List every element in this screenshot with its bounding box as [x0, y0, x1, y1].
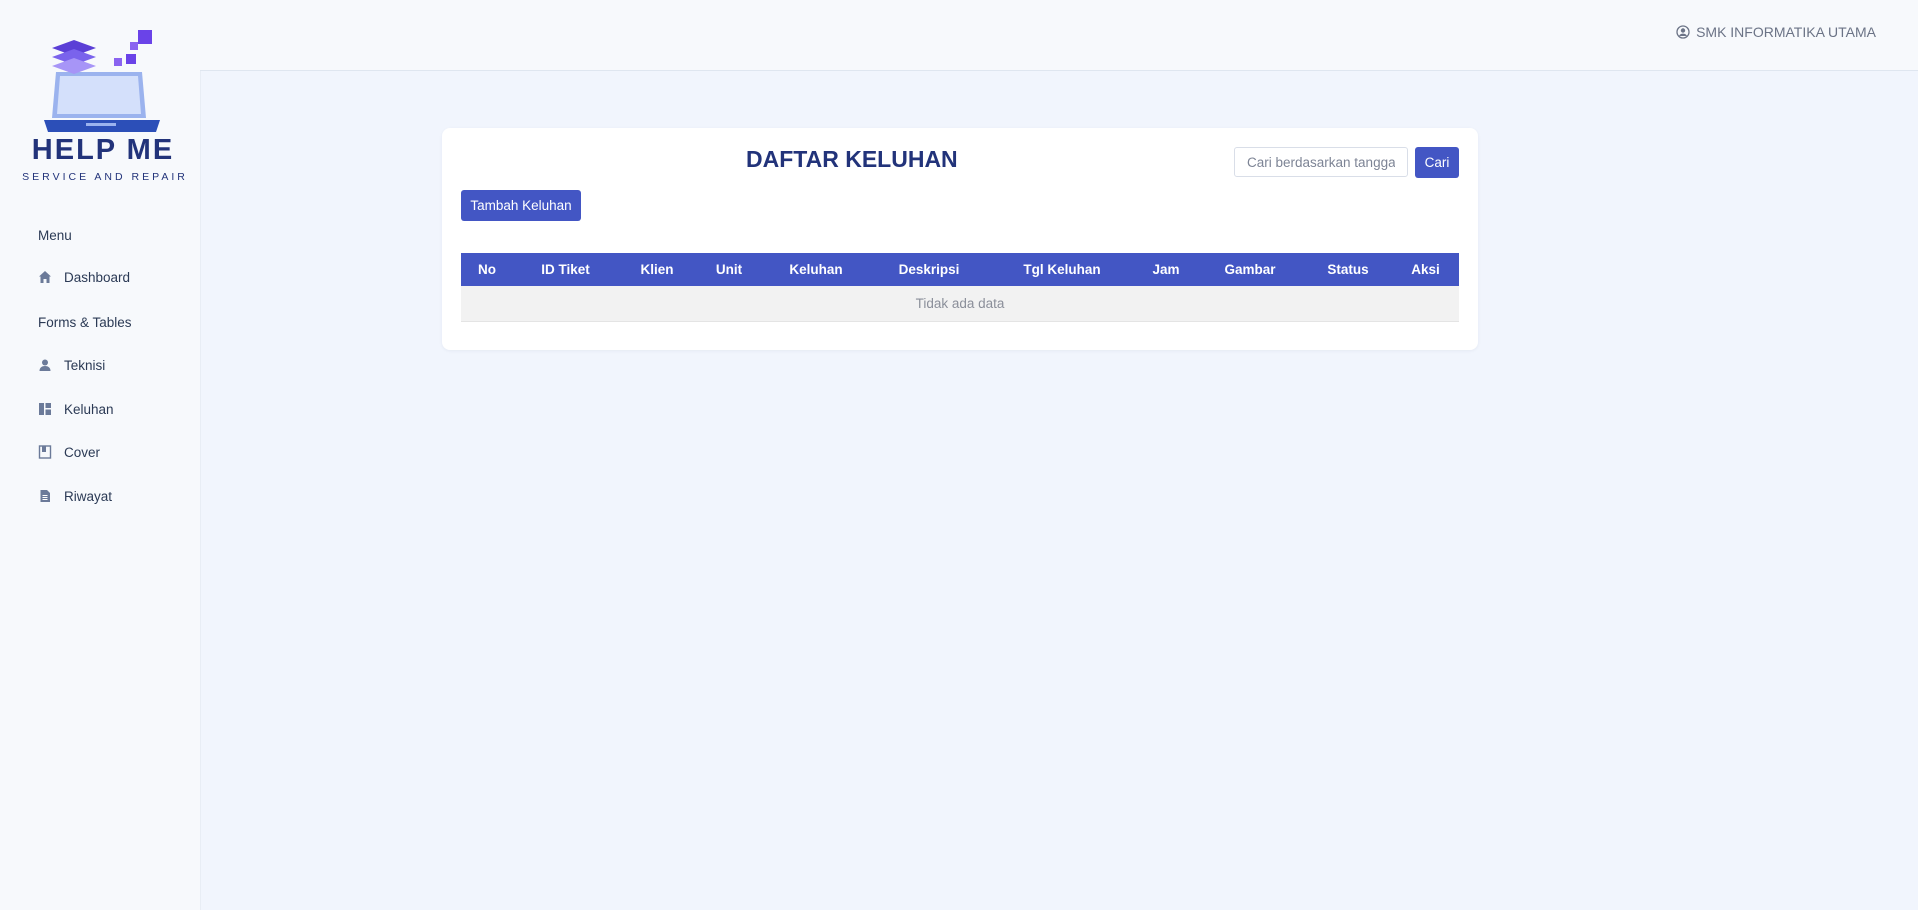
sidebar-section-forms-tables: Forms & Tables	[38, 315, 132, 330]
search-button[interactable]: Cari	[1415, 147, 1459, 178]
laptop-logo-icon	[44, 30, 160, 132]
column-header: Status	[1304, 253, 1392, 286]
complaint-table: No ID Tiket Klien Unit Keluhan Deskripsi…	[461, 253, 1459, 322]
complaint-list-card: DAFTAR KELUHAN Cari Tambah Keluhan No ID…	[442, 128, 1478, 350]
sidebar-item-label: Cover	[64, 444, 101, 460]
column-header: ID Tiket	[513, 253, 618, 286]
user-name: SMK INFORMATIKA UTAMA	[1696, 24, 1876, 40]
column-header: Unit	[696, 253, 762, 286]
home-icon	[38, 270, 52, 284]
sidebar-item-label: Teknisi	[64, 357, 106, 373]
user-circle-icon	[1676, 25, 1690, 39]
empty-table-message: Tidak ada data	[461, 286, 1459, 322]
column-header: Gambar	[1196, 253, 1304, 286]
column-header: Keluhan	[762, 253, 870, 286]
add-complaint-button[interactable]: Tambah Keluhan	[461, 190, 581, 221]
user-icon	[38, 358, 52, 372]
sidebar-item-keluhan[interactable]: Keluhan	[38, 397, 114, 421]
dashboard-layout-icon	[38, 402, 52, 416]
sidebar-item-teknisi[interactable]: Teknisi	[38, 353, 105, 377]
column-header: Tgl Keluhan	[988, 253, 1136, 286]
sidebar: HELP ME SERVICE AND REPAIR Menu Dashboar…	[0, 0, 201, 910]
document-icon	[38, 489, 52, 503]
sidebar-item-label: Dashboard	[64, 269, 131, 285]
sidebar-item-cover[interactable]: Cover	[38, 440, 100, 464]
sidebar-item-dashboard[interactable]: Dashboard	[38, 265, 130, 289]
topbar: SMK INFORMATIKA UTAMA	[200, 0, 1918, 71]
column-header: Deskripsi	[870, 253, 988, 286]
sidebar-item-label: Keluhan	[64, 401, 114, 417]
column-header: No	[461, 253, 513, 286]
user-menu[interactable]: SMK INFORMATIKA UTAMA	[1676, 24, 1876, 40]
table-row: Tidak ada data	[461, 286, 1459, 322]
sidebar-item-riwayat[interactable]: Riwayat	[38, 484, 112, 508]
column-header: Klien	[618, 253, 696, 286]
search-input[interactable]	[1234, 147, 1408, 177]
column-header: Aksi	[1392, 253, 1459, 286]
sidebar-item-label: Riwayat	[64, 488, 113, 504]
logo[interactable]	[32, 28, 182, 136]
brand-tagline: SERVICE AND REPAIR	[22, 171, 188, 183]
brand-name: HELP ME	[31, 134, 175, 166]
column-header: Jam	[1136, 253, 1196, 286]
sidebar-section-menu: Menu	[38, 228, 72, 243]
table-header-row: No ID Tiket Klien Unit Keluhan Deskripsi…	[461, 253, 1459, 286]
book-icon	[38, 445, 52, 459]
